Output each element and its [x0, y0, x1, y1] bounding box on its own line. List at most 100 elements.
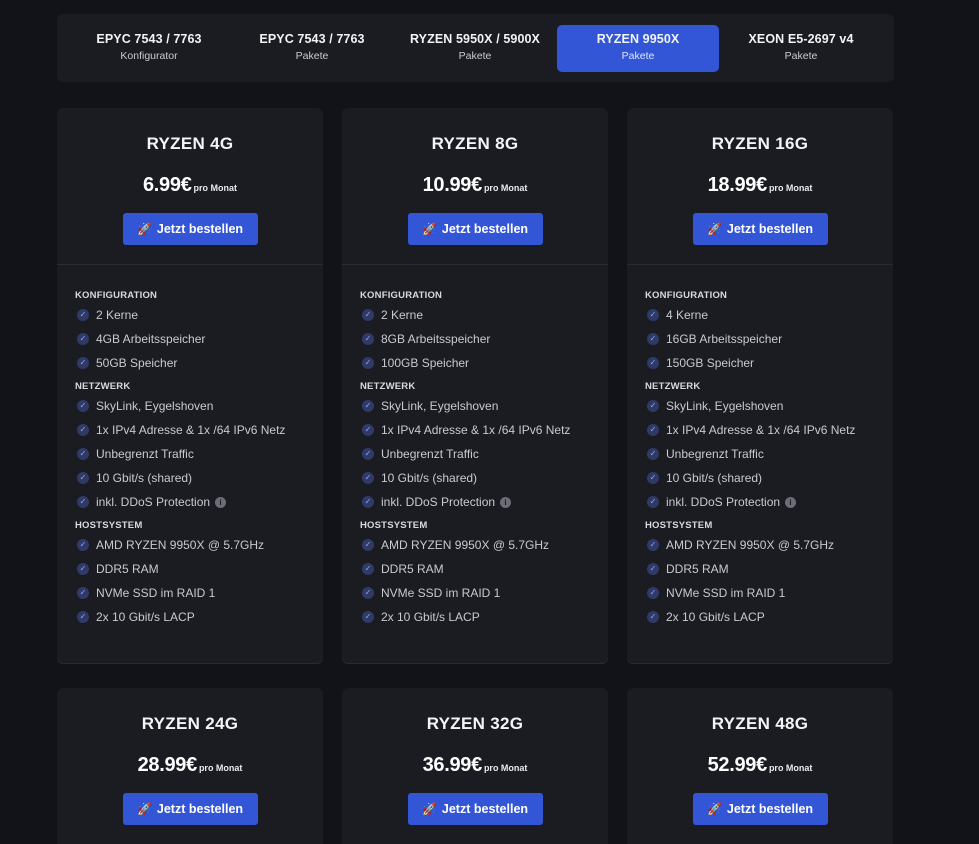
tab-ryzen-5950x-pakete[interactable]: RYZEN 5950X / 5900X Pakete [394, 25, 556, 72]
check-circle-icon: ✓ [647, 309, 659, 321]
feature-item: ✓ 10 Gbit/s (shared) [645, 466, 893, 490]
feature-text: 10 Gbit/s (shared) [381, 471, 478, 485]
rocket-icon: 🚀 [421, 802, 437, 816]
order-button-label: Jetzt bestellen [726, 222, 814, 236]
feature-item: ✓ Unbegrenzt Traffic [645, 442, 893, 466]
tab-ryzen-9950x-pakete[interactable]: RYZEN 9950X Pakete [557, 25, 719, 72]
check-circle-icon: ✓ [77, 333, 89, 345]
feature-section-title: NETZWERK [645, 381, 701, 392]
plan-name: RYZEN 8G [431, 134, 519, 153]
price-period: pro Monat [768, 183, 813, 193]
check-circle-icon: ✓ [647, 563, 659, 575]
feature-item: ✓ DDR5 RAM [75, 557, 323, 581]
price-row: 10.99€ pro Monat [342, 174, 608, 200]
price-period: pro Monat [483, 183, 528, 193]
feature-section-title: HOSTSYSTEM [645, 520, 713, 531]
tab-title: EPYC 7543 / 7763 [259, 32, 365, 46]
feature-item: ✓ inkl. DDoS Protection i [75, 490, 323, 514]
feature-item: ✓ 50GB Speicher [75, 351, 323, 375]
feature-text: NVMe SSD im RAID 1 [96, 586, 216, 600]
plan-card: RYZEN 4G 6.99€ pro Monat 🚀 Jetzt bestellen KO… [57, 108, 323, 663]
check-circle-icon: ✓ [362, 563, 374, 575]
plan-features: KONFIGURATION ✓ 2 Kerne ✓ 8GB Arbeitsspeiche… [342, 265, 608, 629]
tab-title: XEON E5-2697 v4 [748, 32, 854, 46]
price-period: pro Monat [768, 763, 813, 773]
plan-price: 28.99€ [137, 754, 198, 776]
plan-name: RYZEN 16G [711, 134, 809, 153]
tab-subtitle: Konfigurator [120, 50, 178, 62]
feature-item: ✓ 150GB Speicher [645, 351, 893, 375]
feature-text: DDR5 RAM [96, 562, 159, 576]
order-button[interactable]: 🚀 Jetzt bestellen [122, 793, 258, 825]
check-circle-icon: ✓ [362, 448, 374, 460]
check-circle-icon: ✓ [362, 539, 374, 551]
feature-section-title: NETZWERK [75, 381, 131, 392]
check-circle-icon: ✓ [77, 400, 89, 412]
feature-text: Unbegrenzt Traffic [666, 447, 764, 461]
order-button[interactable]: 🚀 Jetzt bestellen [692, 793, 828, 825]
order-button[interactable]: 🚀 Jetzt bestellen [407, 793, 543, 825]
check-circle-icon: ✓ [77, 309, 89, 321]
feature-item: ✓ inkl. DDoS Protection i [645, 490, 893, 514]
feature-text: 100GB Speicher [381, 356, 470, 370]
check-circle-icon: ✓ [647, 587, 659, 599]
order-button[interactable]: 🚀 Jetzt bestellen [692, 213, 828, 245]
feature-text: inkl. DDoS Protection [96, 495, 211, 509]
feature-item: ✓ SkyLink, Eygelshoven [75, 394, 323, 418]
plan-name: RYZEN 48G [711, 714, 809, 733]
plan-name: RYZEN 24G [141, 714, 239, 733]
check-circle-icon: ✓ [647, 357, 659, 369]
feature-item: ✓ 1x IPv4 Adresse & 1x /64 IPv6 Netz [360, 418, 608, 442]
tab-subtitle: Pakete [295, 50, 329, 62]
order-button[interactable]: 🚀 Jetzt bestellen [407, 213, 543, 245]
feature-item: ✓ 1x IPv4 Adresse & 1x /64 IPv6 Netz [75, 418, 323, 442]
feature-item: ✓ inkl. DDoS Protection i [360, 490, 608, 514]
plan-card: RYZEN 16G 18.99€ pro Monat 🚀 Jetzt bestellen… [627, 108, 893, 663]
price-row: 28.99€ pro Monat [57, 754, 323, 780]
tab-epyc-pakete[interactable]: EPYC 7543 / 7763 Pakete [231, 25, 393, 72]
check-circle-icon: ✓ [77, 539, 89, 551]
check-circle-icon: ✓ [647, 539, 659, 551]
check-circle-icon: ✓ [362, 424, 374, 436]
tab-epyc-konfigurator[interactable]: EPYC 7543 / 7763 Konfigurator [68, 25, 230, 72]
feature-item: ✓ NVMe SSD im RAID 1 [360, 581, 608, 605]
plan-features: KONFIGURATION ✓ 4 Kerne ✓ 16GB Arbeitsspeich… [627, 265, 893, 629]
feature-text: 2x 10 Gbit/s LACP [96, 610, 195, 624]
check-circle-icon: ✓ [362, 611, 374, 623]
plan-card-header: RYZEN 48G 52.99€ pro Monat 🚀 Jetzt bestellen [627, 688, 893, 825]
feature-item: ✓ Unbegrenzt Traffic [360, 442, 608, 466]
rocket-icon: 🚀 [706, 802, 722, 816]
plan-card: RYZEN 48G 52.99€ pro Monat 🚀 Jetzt bestellen [627, 688, 893, 844]
check-circle-icon: ✓ [77, 357, 89, 369]
check-circle-icon: ✓ [647, 611, 659, 623]
feature-item: ✓ 2x 10 Gbit/s LACP [645, 605, 893, 629]
plan-card-header: RYZEN 24G 28.99€ pro Monat 🚀 Jetzt bestellen [57, 688, 323, 825]
plan-card: RYZEN 8G 10.99€ pro Monat 🚀 Jetzt bestellen K… [342, 108, 608, 663]
feature-text: SkyLink, Eygelshoven [96, 399, 214, 413]
info-icon[interactable]: i [785, 496, 797, 508]
feature-text: 10 Gbit/s (shared) [666, 471, 763, 485]
feature-text: 2x 10 Gbit/s LACP [666, 610, 765, 624]
tab-title: EPYC 7543 / 7763 [96, 32, 202, 46]
feature-text: SkyLink, Eygelshoven [381, 399, 499, 413]
price-period: pro Monat [193, 183, 238, 193]
feature-text: NVMe SSD im RAID 1 [381, 586, 501, 600]
tab-xeon-pakete[interactable]: XEON E5-2697 v4 Pakete [720, 25, 882, 72]
feature-text: inkl. DDoS Protection [666, 495, 781, 509]
price-period: pro Monat [483, 763, 528, 773]
order-button-label: Jetzt bestellen [156, 802, 244, 816]
plan-features: KONFIGURATION ✓ 2 Kerne ✓ 4GB Arbeitsspeiche… [57, 265, 323, 629]
check-circle-icon: ✓ [77, 448, 89, 460]
order-button[interactable]: 🚀 Jetzt bestellen [122, 213, 258, 245]
rocket-icon: 🚀 [136, 222, 152, 236]
feature-text: 1x IPv4 Adresse & 1x /64 IPv6 Netz [381, 423, 571, 437]
price-period: pro Monat [198, 763, 243, 773]
feature-text: DDR5 RAM [666, 562, 729, 576]
check-circle-icon: ✓ [647, 333, 659, 345]
info-icon[interactable]: i [215, 496, 227, 508]
check-circle-icon: ✓ [362, 400, 374, 412]
info-icon[interactable]: i [500, 496, 512, 508]
order-button-label: Jetzt bestellen [441, 802, 529, 816]
plan-card-header: RYZEN 4G 6.99€ pro Monat 🚀 Jetzt bestellen [57, 108, 323, 245]
rocket-icon: 🚀 [136, 802, 152, 816]
